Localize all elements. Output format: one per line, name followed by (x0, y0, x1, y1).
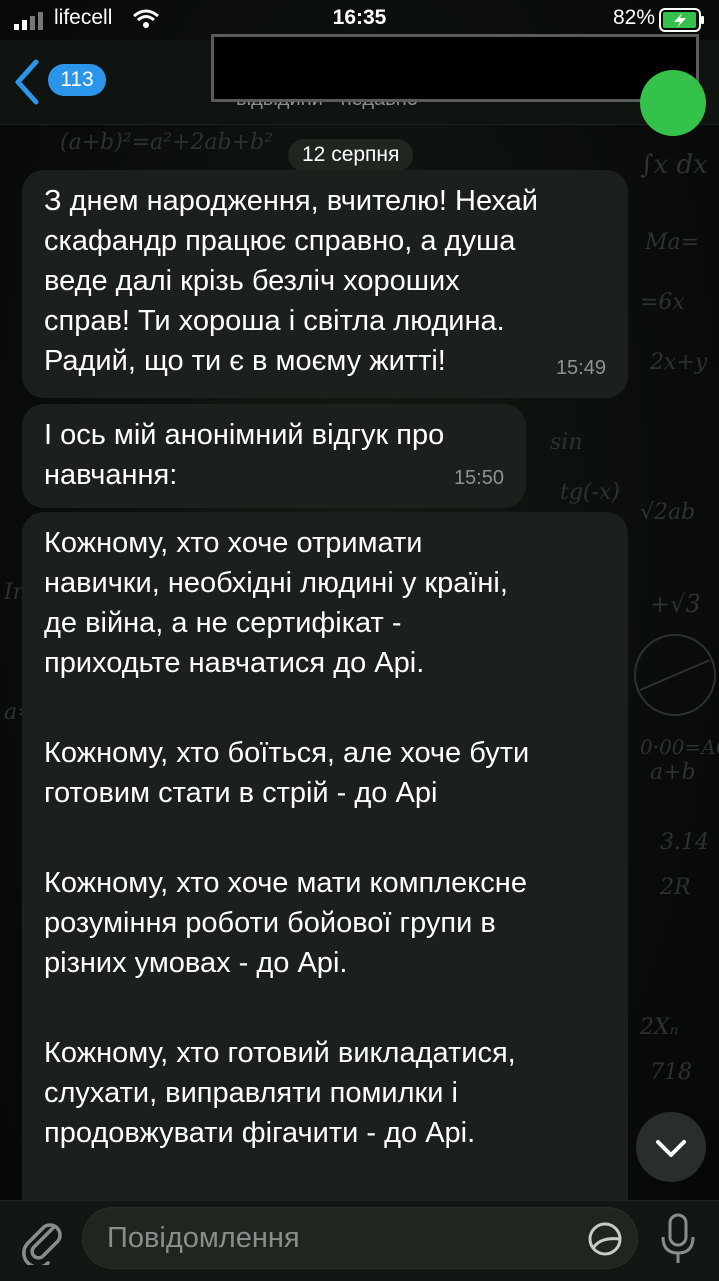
message-text-line: приходьте навчатися до Арі. (44, 647, 425, 679)
back-chevron-icon[interactable] (12, 58, 42, 106)
message-bubble[interactable]: І ось мій анонімний відгук про навчання:… (22, 404, 526, 508)
redacted-chat-title[interactable] (211, 34, 699, 102)
message-text-line: Кожному, хто хоче отримати (44, 527, 423, 559)
message-text-line: слухати, виправляти помилки і (44, 1077, 458, 1109)
scroll-to-bottom-button[interactable] (636, 1112, 706, 1182)
message-text-line: І ось мій анонімний відгук про (44, 419, 445, 451)
microphone-icon[interactable] (660, 1213, 696, 1267)
message-text-line: веде далі крізь безліч хороших (44, 265, 460, 297)
message-text-line: продовжувати фігачити - до Арі. (44, 1117, 476, 1149)
chat-header: 113 відвідини · недавно (0, 34, 719, 136)
message-text-line: де війна, а не сертифікат - (44, 607, 402, 639)
message-text-line: скафандр працює справно, а душа (44, 225, 516, 257)
sticker-icon[interactable] (587, 1221, 623, 1257)
date-separator: 12 серпня (288, 139, 414, 171)
paperclip-icon[interactable] (18, 1213, 66, 1265)
message-text-line: навички, необхідні людині у країні, (44, 567, 508, 599)
message-text-line: Кожному, хто хоче мати комплексне (44, 867, 527, 899)
message-text-line: навчання: (44, 459, 178, 491)
message-bubble[interactable]: З днем народження, вчителю! Нехай скафан… (22, 170, 628, 398)
message-input[interactable]: Повідомлення (82, 1207, 638, 1269)
message-time: 15:50 (453, 467, 504, 489)
chevron-down-icon (656, 1140, 686, 1157)
message-text-line: Кожному, хто боїться, але хоче бути (44, 737, 530, 769)
message-placeholder: Повідомлення (107, 1222, 300, 1254)
back-unread-badge[interactable]: 113 (48, 64, 106, 96)
message-text-line: З днем народження, вчителю! Нехай (44, 185, 538, 217)
message-text-line: Радий, що ти є в моєму житті! (44, 345, 446, 377)
geometry-doodle (634, 634, 716, 716)
message-text-line: Кожному, хто готовий викладатися, (44, 1037, 516, 1069)
status-clock: 16:35 (332, 6, 387, 29)
message-time: 15:49 (555, 357, 606, 379)
message-bubble[interactable]: Кожному, хто хоче отримати навички, необ… (22, 512, 628, 1202)
avatar[interactable] (640, 70, 706, 136)
battery-charging-icon (659, 8, 704, 32)
message-text-line: розуміння роботи бойової групи в (44, 907, 496, 939)
battery-percent: 82% (612, 6, 655, 29)
message-text-line: справ! Ти хороша і світла людина. (44, 305, 505, 337)
message-composer: Повідомлення (0, 1200, 719, 1281)
message-text-line: різних умовах - до Арі. (44, 947, 348, 979)
message-text-line: готовим стати в стрій - до Арі (44, 777, 438, 809)
